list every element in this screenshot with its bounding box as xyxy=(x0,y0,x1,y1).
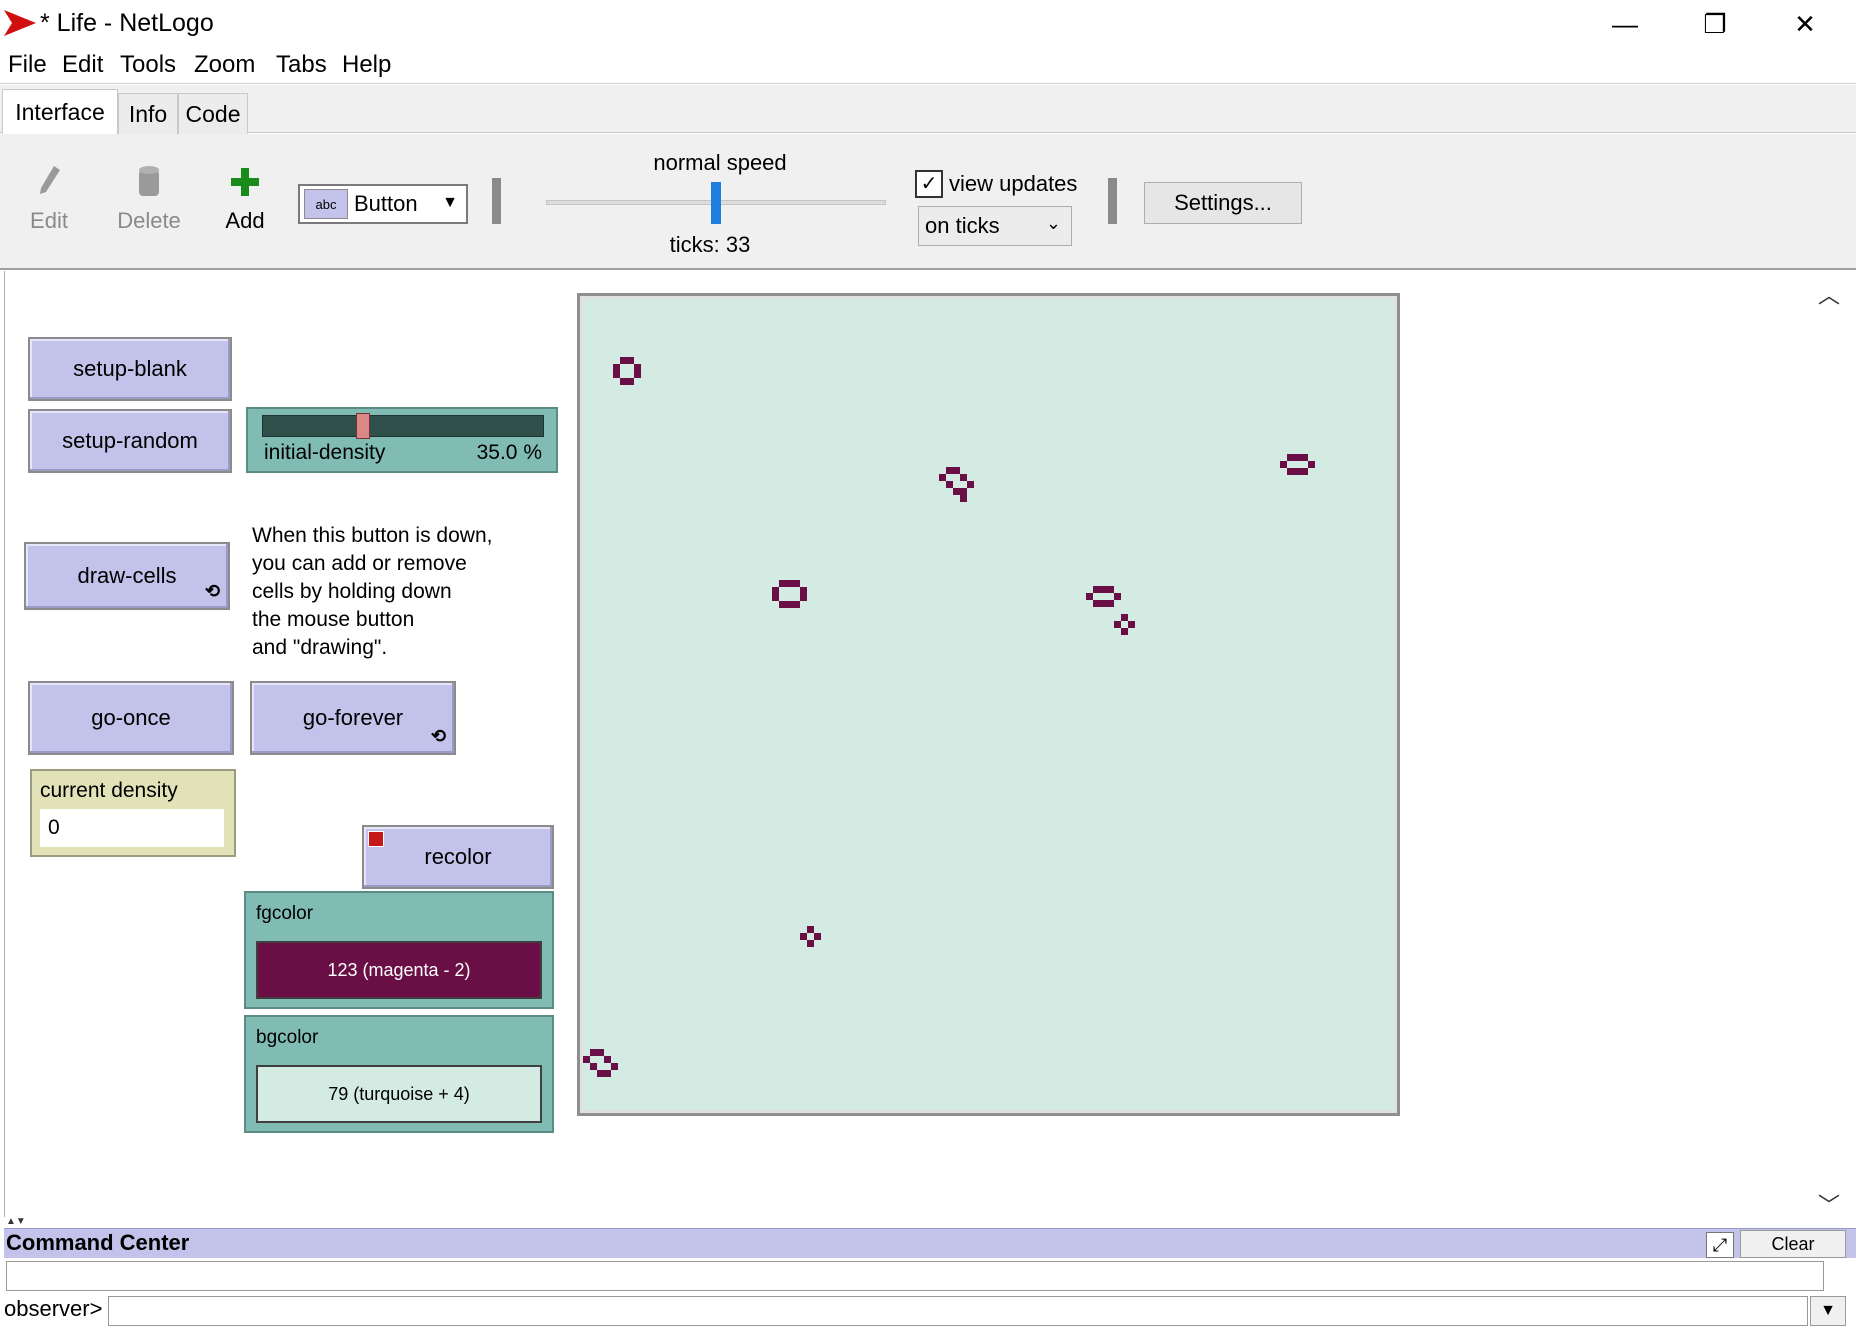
world-background xyxy=(583,299,1394,1110)
trash-icon xyxy=(139,166,159,196)
view-updates-toggle[interactable]: ✓ view updates xyxy=(915,170,1077,198)
draw-cells-label: draw-cells xyxy=(77,563,177,588)
widget-type-value: Button xyxy=(354,191,418,216)
menu-bar: File Edit Tools Zoom Tabs Help xyxy=(0,48,1856,84)
setup-blank-button[interactable]: setup-blank xyxy=(28,337,232,401)
clear-button[interactable]: Clear xyxy=(1740,1230,1846,1258)
recolor-button[interactable]: recolor xyxy=(362,825,554,889)
title-bar xyxy=(0,0,1856,48)
minimize-icon: — xyxy=(1612,8,1638,39)
tab-interface[interactable]: Interface xyxy=(2,89,118,135)
settings-button[interactable]: Settings... xyxy=(1144,182,1302,224)
fgcolor-value[interactable]: 123 (magenta - 2) xyxy=(256,941,542,999)
go-forever-button[interactable]: go-forever ⟲ xyxy=(250,681,456,755)
scroll-up-icon[interactable]: ︿ xyxy=(1818,278,1840,310)
initial-density-slider[interactable]: initial-density 35.0 % xyxy=(246,407,558,473)
forever-icon: ⟲ xyxy=(204,581,220,601)
slider-thumb[interactable] xyxy=(355,413,370,439)
bgcolor-label: bgcolor xyxy=(256,1027,319,1048)
restore-button[interactable]: ❐ xyxy=(1680,4,1750,44)
menu-file[interactable]: File xyxy=(8,51,47,79)
restore-icon: ❐ xyxy=(1703,8,1727,39)
current-density-monitor: current density 0 xyxy=(30,769,236,857)
tab-strip: Interface Info Code xyxy=(0,85,1856,135)
close-icon: ✕ xyxy=(1794,8,1816,39)
plus-icon xyxy=(231,168,259,196)
command-center-title: Command Center xyxy=(6,1230,190,1255)
window-title: * Life - NetLogo xyxy=(40,9,214,37)
close-button[interactable]: ✕ xyxy=(1770,4,1840,44)
ticks-counter: ticks: 33 xyxy=(669,232,751,257)
command-output xyxy=(6,1261,1824,1291)
observer-prompt: observer> xyxy=(4,1296,103,1321)
pencil-icon xyxy=(40,166,60,194)
instructions-note: When this button is down, you can add or… xyxy=(252,524,493,659)
action-key-icon xyxy=(368,831,384,847)
tab-info[interactable]: Info xyxy=(118,93,178,134)
menu-tabs[interactable]: Tabs xyxy=(276,51,327,79)
world-view[interactable] xyxy=(583,299,1394,1110)
netlogo-logo-icon xyxy=(4,10,36,36)
toolbar-separator xyxy=(492,178,501,224)
add-label: Add xyxy=(225,208,265,233)
fgcolor-label: fgcolor xyxy=(256,903,314,924)
delete-label: Delete xyxy=(117,208,181,233)
chevron-down-icon: ▼ xyxy=(442,194,458,211)
speed-label: normal speed xyxy=(653,150,787,175)
toolbar-separator xyxy=(1108,178,1117,224)
go-once-button[interactable]: go-once xyxy=(28,681,234,755)
update-mode-select[interactable]: on ticks ⌄ xyxy=(918,206,1072,246)
view-updates-label: view updates xyxy=(949,171,1078,196)
command-input[interactable] xyxy=(108,1296,1808,1326)
menu-zoom[interactable]: Zoom xyxy=(194,51,255,79)
tab-code[interactable]: Code xyxy=(178,93,248,134)
add-button[interactable]: Add xyxy=(220,164,270,234)
menu-tools[interactable]: Tools xyxy=(120,51,176,79)
chevron-down-icon[interactable]: ▼ xyxy=(1810,1296,1846,1326)
menu-help[interactable]: Help xyxy=(342,51,391,79)
slider-track[interactable] xyxy=(262,415,544,437)
minimize-button[interactable]: — xyxy=(1590,4,1660,44)
update-mode-value: on ticks xyxy=(925,213,1000,238)
scroll-down-icon[interactable]: ﹀ xyxy=(1818,1188,1840,1220)
monitor-value: 0 xyxy=(40,809,224,847)
expand-icon[interactable]: ⤢ xyxy=(1706,1232,1734,1258)
chevron-down-icon: ⌄ xyxy=(1045,213,1061,233)
resize-handle-icon[interactable]: ▲▼ xyxy=(6,1216,26,1227)
interface-toolbar: Edit Delete Add abc Button ▼ normal spee… xyxy=(0,134,1856,270)
speed-slider-thumb[interactable] xyxy=(711,182,721,224)
command-center-header xyxy=(4,1228,1856,1258)
slider-value: 35.0 % xyxy=(476,441,542,464)
bgcolor-chooser[interactable]: bgcolor 79 (turquoise + 4) xyxy=(244,1015,554,1133)
delete-button[interactable]: Delete xyxy=(114,164,184,234)
setup-random-button[interactable]: setup-random xyxy=(28,409,232,473)
forever-icon: ⟲ xyxy=(430,726,446,746)
monitor-label: current density xyxy=(40,779,178,802)
edit-button[interactable]: Edit xyxy=(22,164,76,234)
slider-name: initial-density xyxy=(264,441,386,464)
menu-edit[interactable]: Edit xyxy=(62,51,103,79)
view-updates-checkbox[interactable]: ✓ xyxy=(915,170,943,198)
go-forever-label: go-forever xyxy=(302,705,404,730)
bgcolor-value[interactable]: 79 (turquoise + 4) xyxy=(256,1065,542,1123)
draw-cells-button[interactable]: draw-cells ⟲ xyxy=(24,542,230,610)
widget-type-select[interactable]: abc Button ▼ xyxy=(298,184,468,224)
button-widget-icon: abc xyxy=(304,189,348,219)
edit-label: Edit xyxy=(30,208,68,233)
recolor-label: recolor xyxy=(424,844,492,869)
fgcolor-chooser[interactable]: fgcolor 123 (magenta - 2) xyxy=(244,891,554,1009)
